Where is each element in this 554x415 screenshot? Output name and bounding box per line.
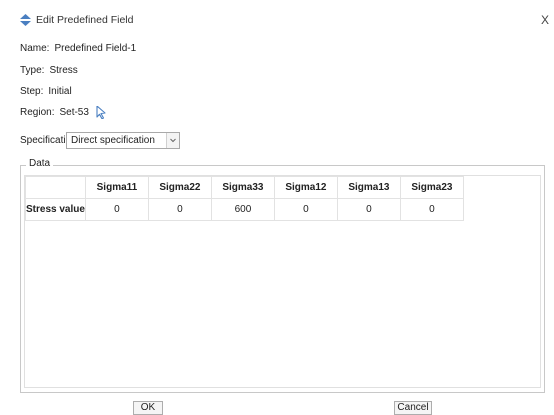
cell-sigma23[interactable]: 0 bbox=[399, 198, 464, 221]
column-header-sigma11: Sigma11 bbox=[84, 176, 149, 199]
header-row: Sigma11 Sigma22 Sigma33 Sigma12 Sigma13 … bbox=[25, 176, 464, 199]
title-bar: Edit Predefined Field X bbox=[0, 0, 554, 38]
data-group-title: Data bbox=[26, 158, 54, 170]
close-button[interactable]: X bbox=[539, 13, 551, 27]
stress-table: Sigma11 Sigma22 Sigma33 Sigma12 Sigma13 … bbox=[25, 176, 464, 221]
step-value: Initial bbox=[48, 86, 72, 97]
data-group: Data Sigma11 Sigma22 Sigma33 Sigma12 Sig… bbox=[20, 158, 545, 393]
column-header-sigma12: Sigma12 bbox=[273, 176, 338, 199]
column-header-sigma33: Sigma33 bbox=[210, 176, 275, 199]
type-value: Stress bbox=[49, 65, 78, 76]
chevron-down-icon bbox=[170, 138, 176, 143]
table-row: Stress value 0 0 600 0 0 0 bbox=[25, 198, 464, 221]
name-row: Name: Predefined Field-1 bbox=[20, 43, 136, 55]
region-value: Set-53 bbox=[59, 107, 89, 119]
region-row: Region: Set-53 bbox=[20, 106, 106, 119]
step-row: Step: Initial bbox=[20, 86, 72, 98]
column-header-sigma13: Sigma13 bbox=[336, 176, 401, 199]
corner-header-cell bbox=[25, 176, 86, 199]
name-label: Name: bbox=[20, 43, 50, 54]
column-header-sigma23: Sigma23 bbox=[399, 176, 464, 199]
edit-predefined-field-dialog: Edit Predefined Field X Name: Predefined … bbox=[0, 0, 554, 415]
cell-sigma11[interactable]: 0 bbox=[84, 198, 149, 221]
region-label: Region: bbox=[20, 107, 55, 119]
up-down-arrows-icon bbox=[20, 14, 31, 26]
specification-selected-value: Direct specification bbox=[71, 135, 155, 146]
cell-sigma12[interactable]: 0 bbox=[273, 198, 338, 221]
specification-dropdown[interactable]: Direct specification bbox=[66, 132, 180, 149]
name-value: Predefined Field-1 bbox=[54, 43, 137, 54]
type-row: Type: Stress bbox=[20, 65, 78, 77]
cell-sigma22[interactable]: 0 bbox=[147, 198, 212, 221]
window-title: Edit Predefined Field bbox=[36, 14, 134, 26]
row-header-stress-value: Stress value bbox=[25, 198, 86, 221]
cancel-button[interactable]: Cancel bbox=[394, 401, 432, 415]
type-label: Type: bbox=[20, 65, 45, 76]
dropdown-arrow[interactable] bbox=[166, 133, 179, 148]
cell-sigma13[interactable]: 0 bbox=[336, 198, 401, 221]
cell-sigma33[interactable]: 600 bbox=[210, 198, 275, 221]
data-table-area: Sigma11 Sigma22 Sigma33 Sigma12 Sigma13 … bbox=[24, 175, 541, 388]
column-header-sigma22: Sigma22 bbox=[147, 176, 212, 199]
ok-button[interactable]: OK bbox=[133, 401, 163, 415]
step-label: Step: bbox=[20, 86, 44, 97]
pick-region-arrow-icon[interactable] bbox=[96, 106, 106, 119]
